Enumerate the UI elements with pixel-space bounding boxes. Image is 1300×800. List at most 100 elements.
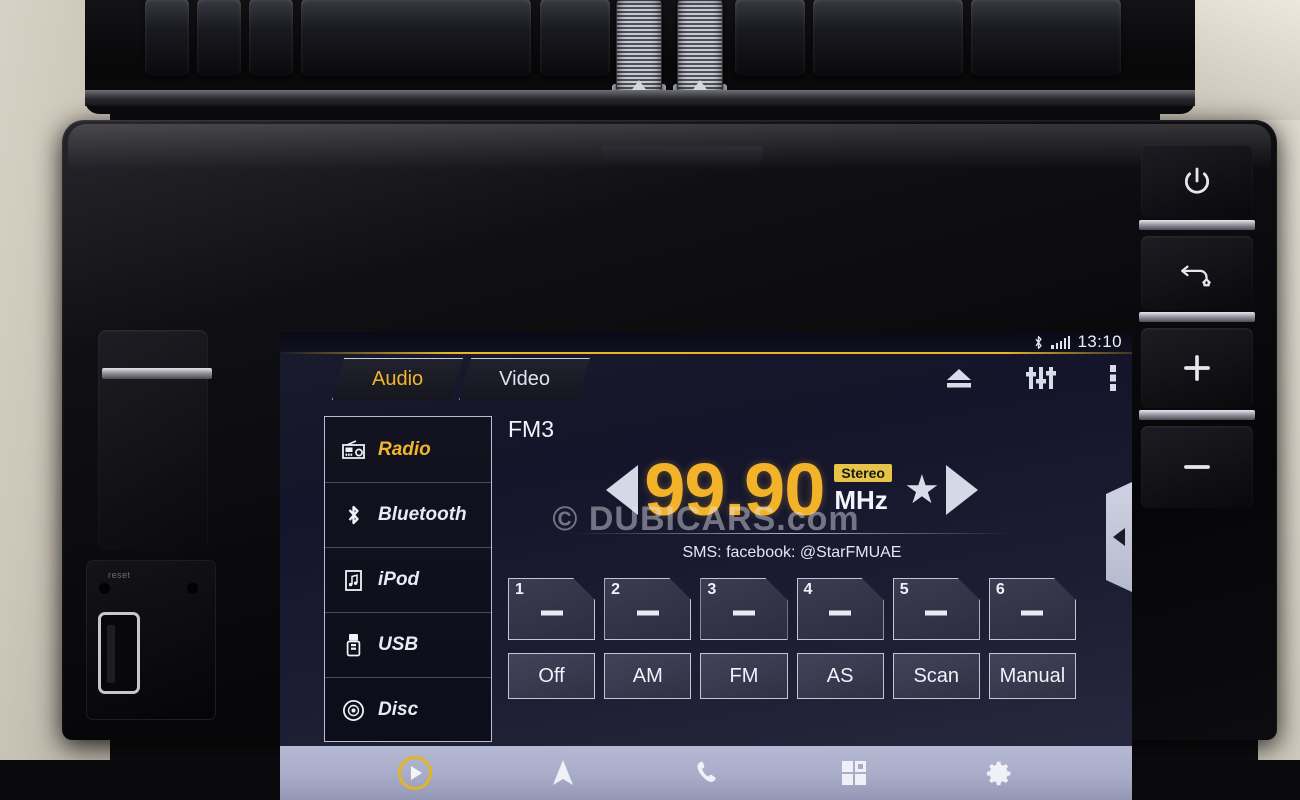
eject-icon[interactable]	[944, 366, 974, 395]
settings-button[interactable]	[985, 759, 1014, 788]
sidebar-item-disc[interactable]: Disc	[325, 677, 491, 742]
vent-slat	[145, 0, 189, 76]
frequency-meta: Stereo MHz	[834, 464, 892, 516]
mode-button-scan[interactable]: Scan	[892, 653, 980, 699]
power-button[interactable]	[1141, 144, 1253, 218]
back-home-button-chrome	[1139, 312, 1255, 322]
radio-icon	[341, 439, 365, 461]
tab-audio-label: Audio	[372, 367, 424, 390]
left-panel-chrome-accent	[102, 368, 212, 379]
volume-up-button-chrome	[1139, 410, 1255, 420]
preset-button[interactable]: 6	[989, 578, 1076, 640]
preset-button[interactable]: 3	[700, 578, 787, 640]
plus-icon	[1184, 355, 1210, 381]
tab-bar: Audio Video	[332, 358, 586, 400]
mode-button-as[interactable]: AS	[796, 653, 884, 699]
bluetooth-icon	[1035, 335, 1043, 349]
infotainment-screen[interactable]: 13:10 Audio Video Radio Bluetooth iPod U…	[280, 332, 1132, 800]
tune-up-button[interactable]	[945, 465, 978, 515]
screen-top-accent-line	[280, 352, 1132, 354]
header-icon-row	[944, 360, 1118, 400]
preset-row: 1 2 3 4 5 6	[508, 578, 1076, 640]
preset-empty-indicator	[1021, 610, 1043, 615]
preset-button[interactable]: 5	[893, 578, 980, 640]
tab-video[interactable]: Video	[459, 358, 590, 400]
sidebar-item-ipod[interactable]: iPod	[325, 547, 491, 612]
preset-button[interactable]: 2	[604, 578, 691, 640]
equalizer-icon[interactable]	[1026, 365, 1056, 396]
bluetooth-icon	[341, 504, 365, 526]
vent-slat	[197, 0, 241, 76]
sidebar-item-ipod-label: iPod	[378, 569, 420, 590]
preset-empty-indicator	[637, 610, 659, 615]
mode-button-am[interactable]: AM	[604, 653, 692, 699]
media-play-button[interactable]	[398, 756, 433, 790]
sidebar-item-usb[interactable]: USB	[325, 612, 491, 677]
gear-icon	[986, 761, 1011, 785]
navigation-button[interactable]	[550, 758, 576, 788]
mode-button-fm[interactable]: FM	[700, 653, 788, 699]
preset-number: 4	[803, 581, 813, 598]
ipod-icon	[341, 569, 365, 591]
apps-button[interactable]	[841, 760, 867, 786]
hdmi-port[interactable]	[98, 612, 140, 694]
reset-pinhole[interactable]	[99, 583, 110, 594]
back-home-icon	[1181, 265, 1211, 287]
left-panel-slab[interactable]	[98, 330, 208, 550]
preset-number: 3	[707, 581, 717, 598]
frequency-value: 99.90	[644, 448, 825, 531]
tab-video-label: Video	[499, 367, 550, 390]
screw-hole	[187, 583, 198, 594]
air-vent-assembly	[85, 0, 1195, 114]
back-home-button[interactable]	[1141, 236, 1253, 310]
vent-slat	[971, 0, 1121, 76]
navigation-arrow-icon	[553, 760, 574, 785]
star-icon[interactable]: ★	[904, 470, 940, 510]
vent-slat	[540, 0, 610, 76]
preset-number: 6	[995, 581, 1005, 598]
phone-button[interactable]	[694, 759, 722, 787]
bezel-sensor-housing	[602, 146, 762, 170]
vent-control-wheel-right[interactable]	[677, 0, 723, 96]
vent-slat	[249, 0, 293, 76]
play-circle-icon	[398, 756, 433, 790]
frequency-unit: MHz	[834, 485, 888, 515]
vent-chrome-strip	[85, 90, 1195, 106]
preset-empty-indicator	[733, 610, 755, 615]
tune-down-button[interactable]	[606, 465, 639, 515]
source-sidebar: Radio Bluetooth iPod USB Disc	[324, 416, 492, 742]
status-bar: 13:10	[280, 332, 1132, 352]
phone-handset-icon	[697, 761, 717, 782]
preset-empty-indicator	[829, 610, 851, 615]
side-panel-toggle[interactable]	[1106, 482, 1132, 592]
reset-label: reset	[108, 570, 131, 580]
clock: 13:10	[1077, 332, 1122, 351]
head-unit-bezel: reset 13:10 Audio Video Radio Bluetooth …	[62, 120, 1277, 800]
power-button-chrome	[1139, 220, 1255, 230]
vent-control-wheel-left[interactable]	[616, 0, 662, 96]
preset-button[interactable]: 1	[508, 578, 595, 640]
sidebar-item-usb-label: USB	[378, 634, 419, 655]
disc-icon	[341, 699, 365, 721]
volume-up-button[interactable]	[1141, 328, 1253, 408]
overflow-menu-icon[interactable]	[1108, 364, 1118, 397]
mode-button-row: Off AM FM AS Scan Manual	[508, 653, 1077, 699]
mode-button-manual[interactable]: Manual	[988, 653, 1077, 699]
power-icon	[1184, 167, 1210, 194]
mode-button-off[interactable]: Off	[508, 653, 596, 699]
signal-bars-icon	[1051, 335, 1071, 349]
preset-number: 2	[611, 581, 621, 598]
usb-icon	[341, 634, 365, 657]
preset-empty-indicator	[541, 610, 563, 615]
sidebar-item-radio[interactable]: Radio	[325, 417, 491, 482]
stereo-badge: Stereo	[834, 464, 892, 482]
apps-grid-icon	[841, 761, 866, 785]
sidebar-item-bluetooth-label: Bluetooth	[378, 504, 467, 525]
preset-button[interactable]: 4	[797, 578, 884, 640]
band-label: FM3	[508, 416, 554, 442]
frequency-row: 99.90 Stereo MHz ★	[508, 447, 1076, 533]
tab-audio[interactable]: Audio	[332, 358, 463, 400]
sidebar-item-bluetooth[interactable]: Bluetooth	[325, 482, 491, 547]
volume-down-button[interactable]	[1141, 426, 1253, 508]
preset-number: 5	[899, 581, 909, 598]
